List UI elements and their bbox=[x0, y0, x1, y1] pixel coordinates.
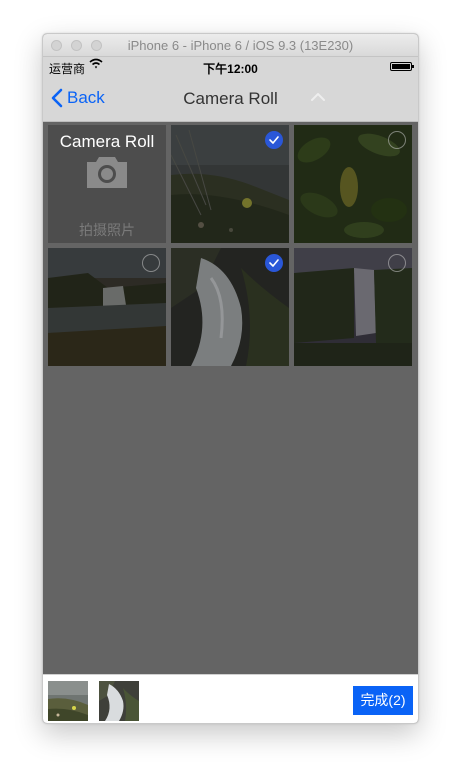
navigation-bar: Back Camera Roll bbox=[43, 77, 418, 122]
selection-bar: 完成(2) bbox=[43, 674, 418, 723]
take-photo-label: 拍摄照片 bbox=[79, 222, 135, 238]
photo-cell-waterfall-rocks[interactable] bbox=[171, 248, 289, 366]
selected-thumb-meadow[interactable] bbox=[48, 681, 88, 721]
status-bar: 运营商 下午12:00 bbox=[43, 57, 418, 77]
battery-icon bbox=[390, 62, 414, 71]
camera-cell-title: Camera Roll bbox=[59, 132, 155, 151]
chevron-up-icon[interactable] bbox=[310, 92, 326, 102]
selection-circle-icon[interactable] bbox=[388, 254, 406, 272]
selection-circle-icon[interactable] bbox=[142, 254, 160, 272]
simulator-window: iPhone 6 - iPhone 6 / iOS 9.3 (13E230) 运… bbox=[42, 33, 419, 724]
window-titlebar: iPhone 6 - iPhone 6 / iOS 9.3 (13E230) bbox=[43, 34, 418, 57]
camera-icon bbox=[87, 157, 127, 188]
selection-check-icon[interactable] bbox=[265, 131, 283, 149]
status-time: 下午12:00 bbox=[203, 62, 258, 76]
photo-cell-leaves[interactable] bbox=[294, 125, 412, 243]
photo-cell-meadow[interactable] bbox=[171, 125, 289, 243]
photo-cell-waterfall-mist[interactable] bbox=[294, 248, 412, 366]
selection-check-icon[interactable] bbox=[265, 254, 283, 272]
take-photo-cell[interactable]: Camera Roll 拍摄照片 bbox=[48, 125, 166, 243]
window-title: iPhone 6 - iPhone 6 / iOS 9.3 (13E230) bbox=[127, 38, 354, 53]
photo-cell-waterfall-valley[interactable] bbox=[48, 248, 166, 366]
photo-waterfall-rocks-thumb bbox=[99, 681, 139, 721]
photo-meadow-grass-thumb bbox=[48, 681, 88, 721]
album-title[interactable]: Camera Roll bbox=[43, 89, 418, 109]
selected-thumb-waterfall-rocks[interactable] bbox=[99, 681, 139, 721]
selection-circle-icon[interactable] bbox=[388, 131, 406, 149]
done-button[interactable]: 完成(2) bbox=[353, 686, 413, 715]
